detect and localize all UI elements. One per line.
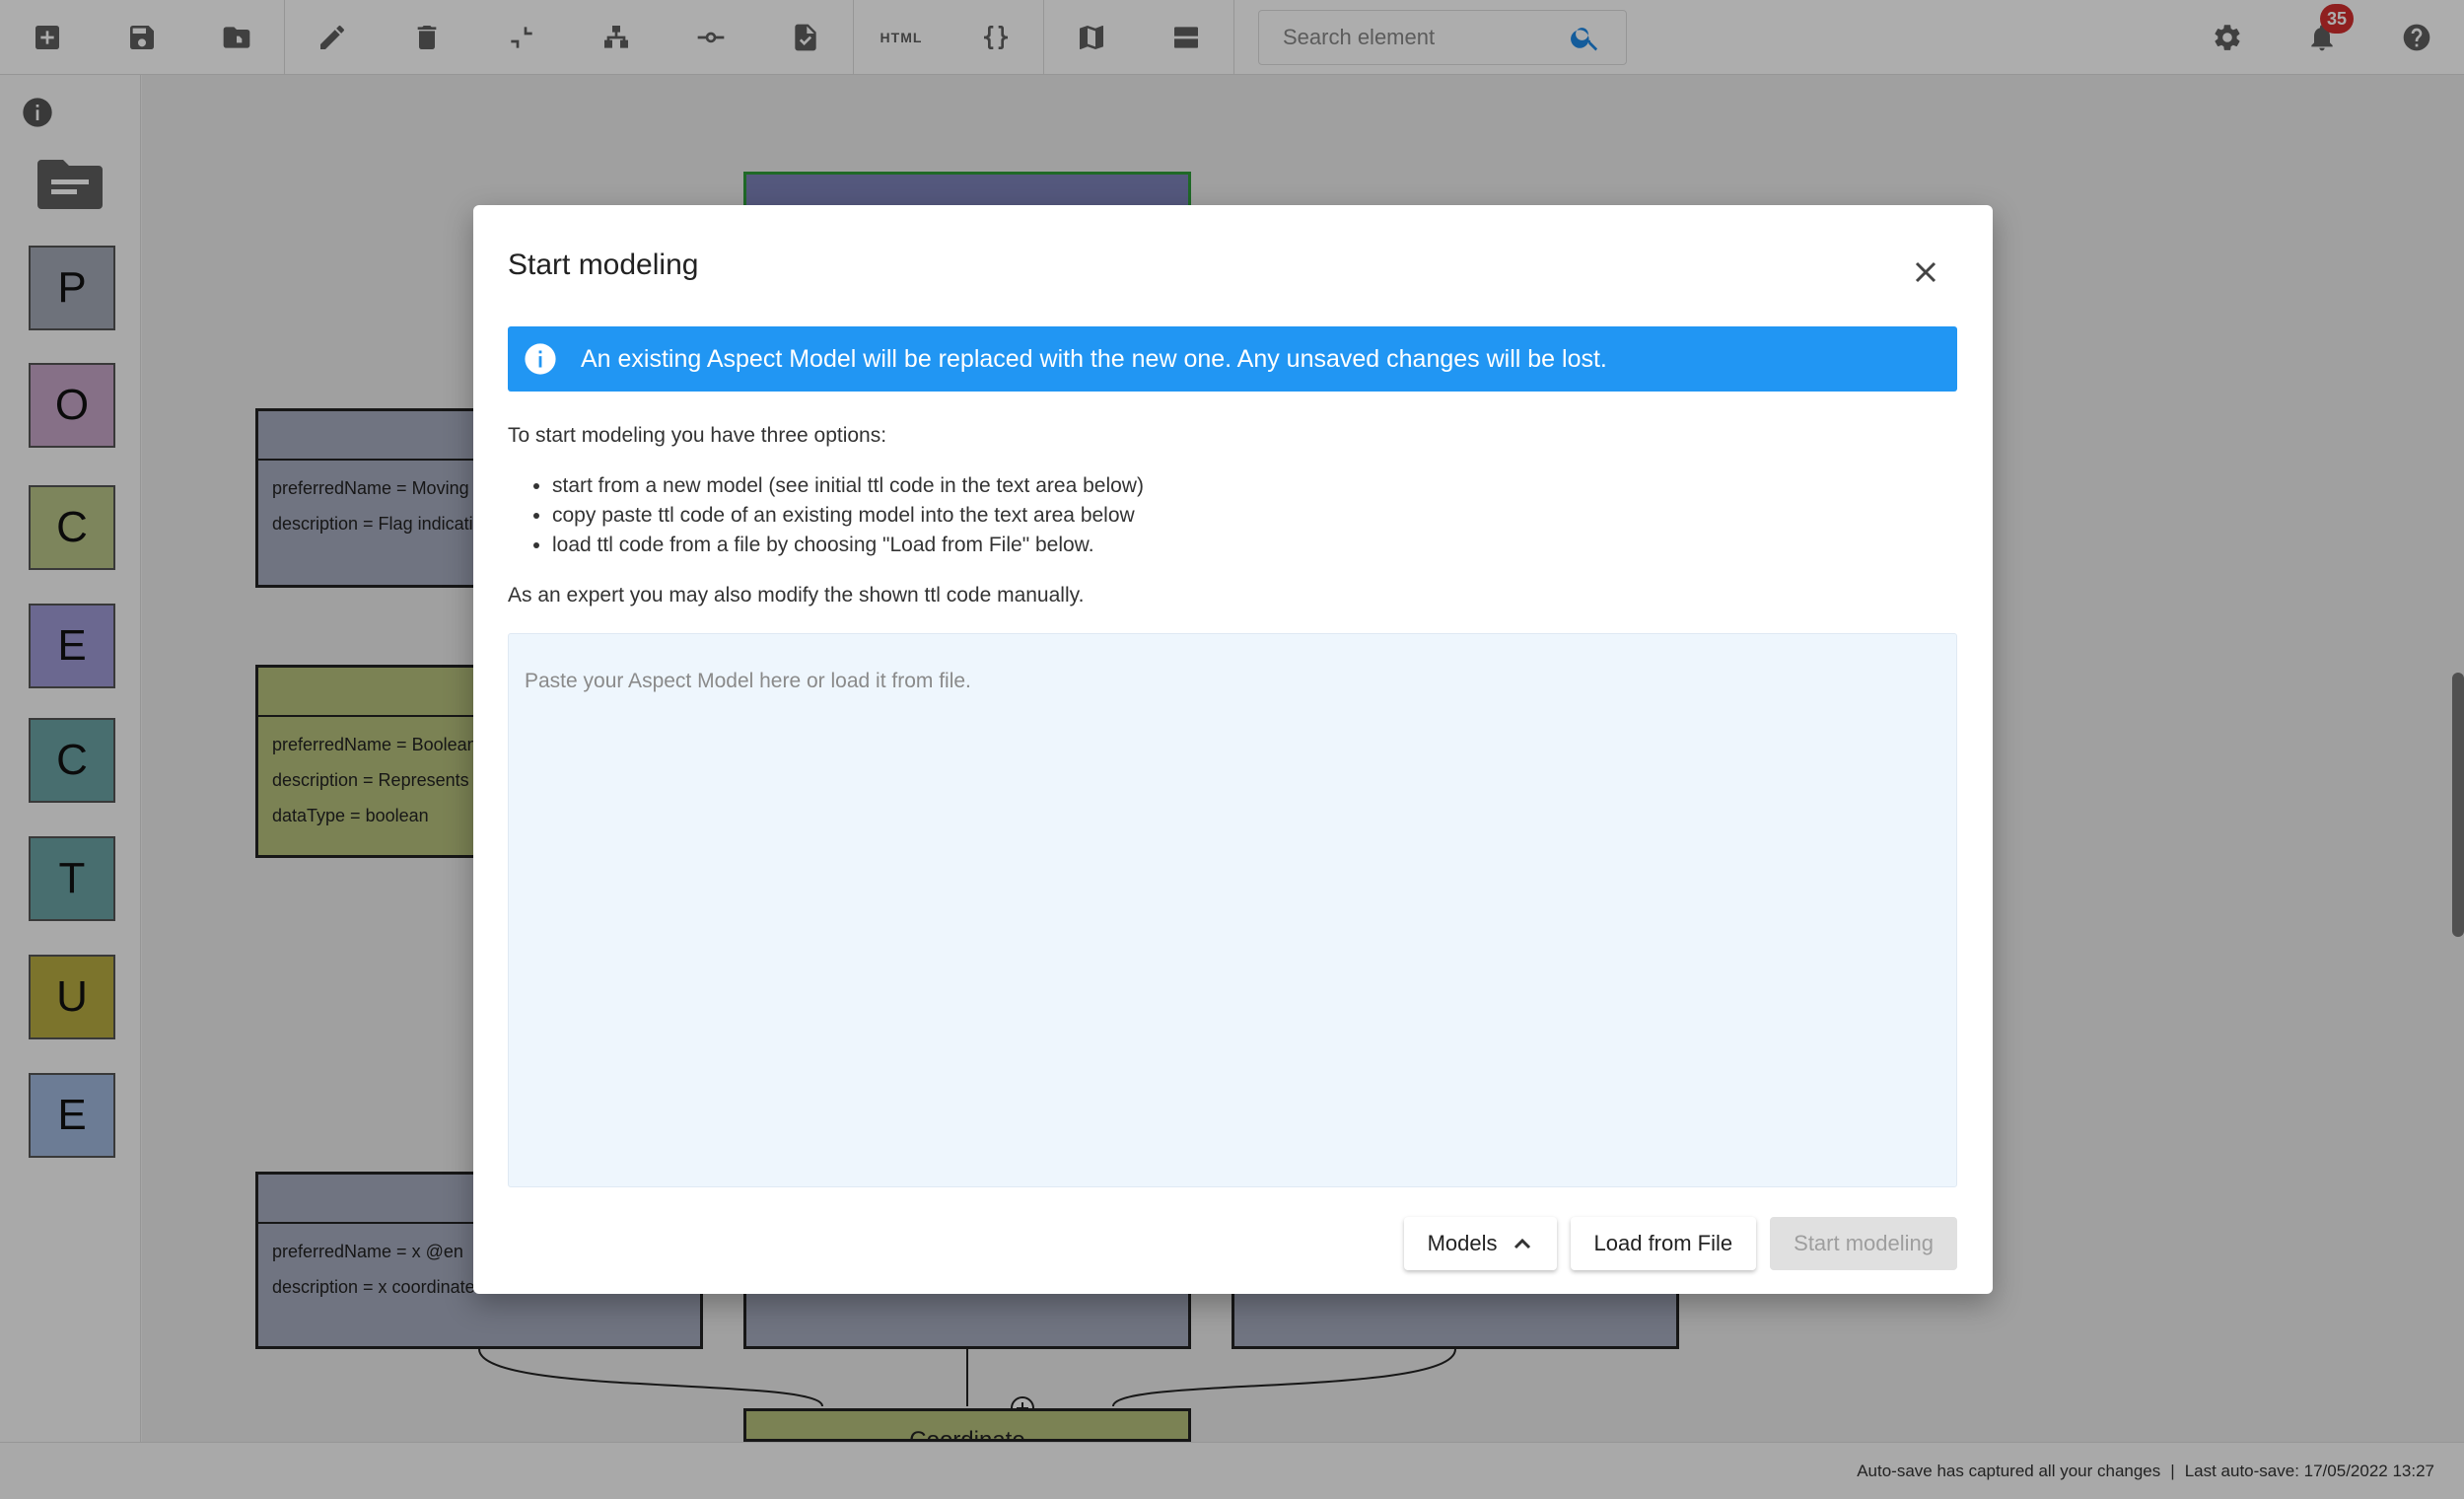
options-list: start from a new model (see initial ttl … bbox=[552, 471, 1144, 560]
warning-alert: An existing Aspect Model will be replace… bbox=[508, 326, 1957, 392]
dialog-actions: Models Load from File Start modeling bbox=[1403, 1217, 1957, 1270]
option-item: copy paste ttl code of an existing model… bbox=[552, 501, 1144, 531]
option-item: load ttl code from a file by choosing "L… bbox=[552, 531, 1144, 560]
alert-text: An existing Aspect Model will be replace… bbox=[581, 344, 1607, 373]
intro-text: To start modeling you have three options… bbox=[508, 424, 887, 447]
chevron-up-icon bbox=[1514, 1238, 1530, 1249]
load-from-file-button[interactable]: Load from File bbox=[1570, 1217, 1757, 1270]
models-button[interactable]: Models bbox=[1403, 1217, 1557, 1270]
option-item: start from a new model (see initial ttl … bbox=[552, 471, 1144, 501]
ttl-code-textarea[interactable] bbox=[508, 633, 1957, 1187]
close-button[interactable] bbox=[1910, 256, 1941, 288]
models-button-label: Models bbox=[1427, 1231, 1498, 1255]
dialog-title: Start modeling bbox=[508, 249, 699, 281]
expert-text: As an expert you may also modify the sho… bbox=[508, 584, 1085, 607]
info-icon bbox=[525, 343, 556, 375]
close-icon bbox=[1915, 261, 1936, 283]
start-modeling-dialog: Start modeling An existing Aspect Model … bbox=[473, 205, 1993, 1294]
start-modeling-button[interactable]: Start modeling bbox=[1770, 1217, 1957, 1270]
